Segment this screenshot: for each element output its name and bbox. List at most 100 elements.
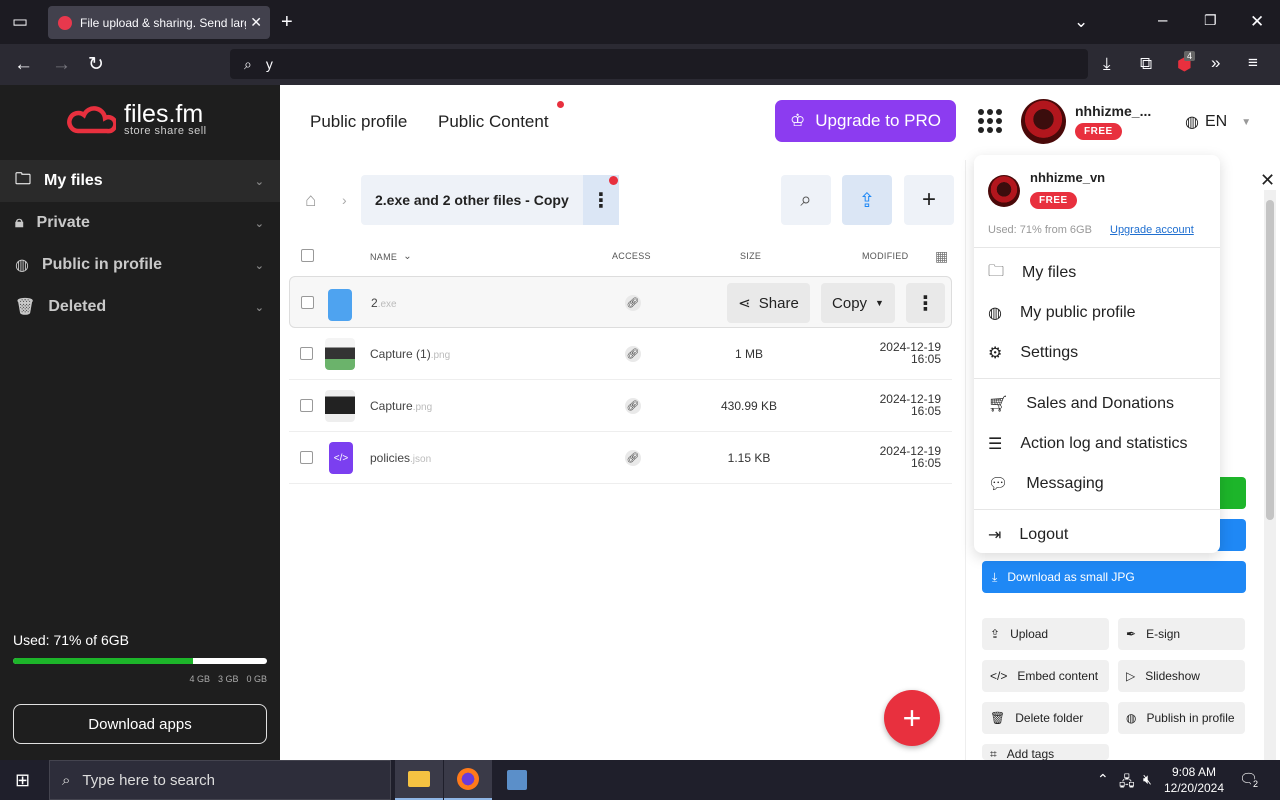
home-icon[interactable]: ⌂ [305,190,316,212]
menu-item-my-files[interactable]: 🗀 My files [974,253,1220,293]
search-button[interactable]: ⌕ [781,175,831,225]
menu-item-settings[interactable]: ⚙ Settings [974,333,1220,373]
link-icon[interactable]: 🔗︎ [625,398,641,414]
app-icon[interactable] [493,760,541,800]
row-checkbox[interactable] [300,451,313,464]
esign-button[interactable]: ✒ E-sign [1118,618,1245,650]
image-thumbnail [325,390,355,422]
tab-close-icon[interactable]: ✕ [246,14,262,31]
breadcrumb-current-folder[interactable]: 2.exe and 2 other files - Copy [361,175,619,225]
taskbar-search-box[interactable]: ⌕ Type here to search [49,760,391,800]
header-username[interactable]: nhhizme_... [1075,103,1151,119]
maximize-icon[interactable]: ❐ [1204,13,1217,27]
menu-item-public-profile[interactable]: ◍ My public profile [974,293,1220,333]
delete-folder-button[interactable]: 🗑︎ Delete folder [982,702,1109,734]
upload-icon: ⇪ [858,189,876,212]
table-row[interactable]: 2.exe 🔗︎ ⋖ Share Copy ▼ ⋮ [289,276,952,328]
chevron-down-icon[interactable]: ⌄ [255,175,264,188]
row-checkbox[interactable] [301,296,314,309]
public-profile-link[interactable]: Public profile [310,112,407,132]
minimize-icon[interactable]: – [1158,11,1167,28]
forward-icon[interactable]: → [52,55,71,74]
reload-icon[interactable]: ↻ [88,55,104,74]
link-icon[interactable]: 🔗︎ [625,450,641,466]
windows-start-icon[interactable]: ⊞ [15,770,30,791]
table-row[interactable]: Capture.png 🔗︎ 430.99 KB 2024-12-19 16:05 [289,380,952,432]
add-fab-button[interactable]: + [884,690,940,746]
clock-time: 9:08 AM [1171,765,1217,779]
network-icon[interactable]: 🖧︎ [1119,771,1135,795]
download-small-jpg-button[interactable]: ⤓ Download as small JPG [982,561,1246,593]
add-tags-button[interactable]: ⌗ Add tags [982,744,1109,760]
column-header-label: NAME [370,251,398,262]
upload-panel-button[interactable]: ⇪ Upload [982,618,1109,650]
column-header-name[interactable]: NAME ⌄ [370,251,412,262]
public-content-link[interactable]: Public Content [438,112,549,132]
row-checkbox[interactable] [300,347,313,360]
play-icon: ▷ [1126,669,1136,683]
language-selector[interactable]: ◍ EN ▼ [1185,112,1251,132]
volume-muted-icon[interactable]: 🔇︎ [1143,771,1152,788]
copy-button[interactable]: Copy ▼ [821,283,895,323]
sidebar-item-private[interactable]: 🔒︎ Private ⌄ [0,202,280,244]
apps-grid-icon[interactable] [978,109,1002,133]
menu-item-messaging[interactable]: 💬︎ Messaging [974,464,1220,504]
select-all-checkbox[interactable] [301,249,314,262]
file-name[interactable]: 2.exe [371,296,397,310]
scrollbar-thumb[interactable] [1266,200,1274,520]
browser-tab-active[interactable]: File upload & sharing. Send larg ✕ [48,6,270,39]
new-tab-icon[interactable]: + [281,12,293,32]
view-toggle-grid-icon[interactable]: ▦ [935,248,948,265]
firefox-icon[interactable] [444,760,492,800]
row-menu-icon[interactable]: ⋮ [906,283,945,323]
file-name[interactable]: policies.json [370,451,431,465]
row-checkbox[interactable] [300,399,313,412]
chevron-down-icon[interactable]: ⌄ [255,259,264,272]
share-button[interactable]: ⋖ Share [727,283,810,323]
breadcrumb-separator-icon: › [342,192,347,208]
logo[interactable]: files.fm store share sell [66,102,207,137]
chevron-down-icon: ▼ [1241,116,1252,128]
slideshow-button[interactable]: ▷ Slideshow [1118,660,1245,692]
storage-used-label: Used: 71% of 6GB [13,632,129,648]
sidebar-item-my-files[interactable]: 🗀 My files ⌄ [0,160,280,202]
close-panel-icon[interactable]: ✕ [1260,170,1275,191]
file-name[interactable]: Capture.png [370,399,432,413]
menu-item-sales-donations[interactable]: 🛒︎ Sales and Donations [974,384,1220,424]
link-icon[interactable]: 🔗︎ [625,346,641,362]
url-bar[interactable]: ⌕ y [230,49,1088,79]
tab-overflow-chevron-icon[interactable]: ⌄ [1074,13,1088,30]
code-icon: </> [990,669,1008,683]
publish-in-profile-button[interactable]: ◍ Publish in profile [1118,702,1245,734]
download-apps-button[interactable]: Download apps [13,704,267,744]
sidebar-item-public-in-profile[interactable]: ◍ Public in profile ⌄ [0,244,280,286]
clock[interactable]: 9:08 AM 12/20/2024 [1162,764,1226,796]
downloads-icon[interactable]: ⤓ [1103,55,1111,72]
upgrade-to-pro-button[interactable]: ♔ Upgrade to PRO [775,100,956,142]
link-icon[interactable]: 🔗︎ [625,295,641,311]
chevron-down-icon[interactable]: ⌄ [255,217,264,230]
upgrade-account-link[interactable]: Upgrade account [1110,224,1194,236]
chevron-down-icon[interactable]: ⌄ [255,301,264,314]
embed-content-button[interactable]: </> Embed content [982,660,1109,692]
avatar[interactable] [1021,99,1066,144]
menu-item-action-log[interactable]: ☰ Action log and statistics [974,424,1220,464]
table-row[interactable]: </> policies.json 🔗︎ 1.15 KB 2024-12-19 1… [289,432,952,484]
upload-button[interactable]: ⇪ [842,175,892,225]
menu-icon[interactable]: ≡ [1248,54,1258,71]
file-explorer-icon[interactable] [395,760,443,800]
menu-item-logout[interactable]: ⇥ Logout [974,515,1220,555]
back-icon[interactable]: ← [14,55,33,74]
tab-list-icon[interactable]: ▭ [12,13,28,30]
extensions-icon[interactable]: ⧉ [1140,55,1152,72]
file-name[interactable]: Capture (1).png [370,347,450,361]
download-icon: ⤓ [992,569,998,584]
overflow-chevrons-icon[interactable]: » [1211,54,1220,71]
file-size: 1 MB [734,347,763,361]
code-file-icon: </> [329,442,353,474]
close-window-icon[interactable]: ✕ [1250,13,1264,30]
add-button[interactable]: + [904,175,954,225]
show-hidden-icons-icon[interactable]: ⌃ [1097,771,1109,788]
sidebar-item-deleted[interactable]: 🗑︎ Deleted ⌄ [0,286,280,328]
table-row[interactable]: Capture (1).png 🔗︎ 1 MB 2024-12-19 16:05 [289,328,952,380]
